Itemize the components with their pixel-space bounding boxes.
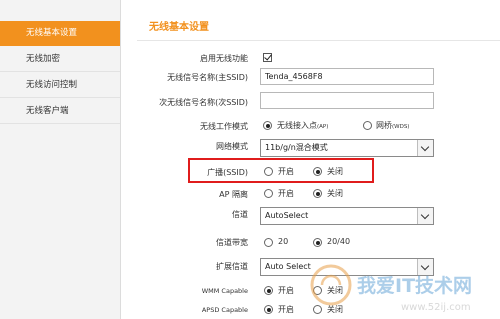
broadcast-label: 广播(SSID)	[207, 168, 248, 177]
ap-isolation-on-radio[interactable]	[264, 189, 273, 198]
work-mode-ap-text: 无线接入点(AP)	[277, 121, 329, 130]
work-mode-label: 无线工作模式	[200, 122, 248, 131]
sidebar-item-wireless-basic[interactable]: 无线基本设置	[0, 21, 120, 46]
enable-wireless-label: 启用无线功能	[200, 54, 248, 63]
ext-channel-label: 扩展信道	[216, 262, 248, 271]
ap-isolation-on-text: 开启	[278, 189, 294, 198]
chevron-down-icon[interactable]	[417, 208, 433, 224]
bandwidth-label: 信道带宽	[216, 238, 248, 247]
broadcast-on-radio[interactable]	[264, 167, 273, 176]
sidebar-item-wireless-clients[interactable]: 无线客户端	[0, 99, 120, 124]
bandwidth-20-text: 20	[278, 237, 289, 246]
wmm-on-radio[interactable]	[264, 286, 273, 295]
network-mode-label: 网络模式	[216, 142, 248, 151]
chevron-down-icon[interactable]	[417, 140, 433, 156]
channel-label: 信道	[232, 210, 248, 219]
wmm-label: WMM Capable	[201, 287, 248, 295]
apsd-label: APSD Capable	[201, 306, 248, 314]
svg-text:www.52ij.com: www.52ij.com	[401, 302, 471, 313]
bandwidth-2040-radio[interactable]	[313, 238, 322, 247]
ssid-primary-input[interactable]: Tenda_4568F8	[260, 68, 434, 85]
channel-value: AutoSelect	[265, 211, 309, 220]
wmm-off-text: 关闭	[327, 286, 343, 295]
bandwidth-2040-text: 20/40	[327, 237, 351, 246]
network-mode-value: 11b/g/n混合模式	[265, 143, 328, 152]
ap-isolation-label: AP 隔离	[219, 190, 248, 199]
ext-channel-value: Auto Select	[265, 262, 311, 271]
apsd-on-text: 开启	[278, 305, 294, 314]
broadcast-off-text: 关闭	[327, 167, 343, 176]
apsd-off-radio[interactable]	[313, 305, 322, 314]
checkmark-icon	[264, 52, 272, 61]
ssid-primary-label: 无线信号名称(主SSID)	[167, 73, 248, 82]
bandwidth-20-radio[interactable]	[264, 238, 273, 247]
broadcast-off-radio[interactable]	[313, 167, 322, 176]
sidebar-item-access-control[interactable]: 无线访问控制	[0, 73, 120, 98]
chevron-down-icon[interactable]	[417, 259, 433, 275]
sidebar-item-wireless-security[interactable]: 无线加密	[0, 47, 120, 72]
wmm-off-radio[interactable]	[313, 286, 322, 295]
wmm-on-text: 开启	[278, 286, 294, 295]
broadcast-on-text: 开启	[278, 167, 294, 176]
work-mode-ap-radio[interactable]	[263, 121, 272, 130]
section-title: 无线基本设置	[149, 22, 209, 33]
work-mode-wds-text: 网桥(WDS)	[376, 121, 410, 130]
apsd-off-text: 关闭	[327, 305, 343, 314]
ext-channel-select[interactable]: Auto Select	[260, 258, 434, 276]
sidebar-nav: 无线基本设置 无线加密 无线访问控制 无线客户端	[0, 0, 121, 319]
enable-wireless-checkbox[interactable]	[263, 52, 272, 62]
network-mode-select[interactable]: 11b/g/n混合模式	[260, 139, 434, 157]
ssid-secondary-input[interactable]	[260, 92, 434, 109]
work-mode-wds-radio[interactable]	[363, 121, 372, 130]
apsd-on-radio[interactable]	[264, 305, 273, 314]
svg-text:我爱IT技术网: 我爱IT技术网	[357, 274, 472, 297]
channel-select[interactable]: AutoSelect	[260, 207, 434, 225]
section-divider	[137, 40, 500, 41]
ap-isolation-off-text: 关闭	[327, 189, 343, 198]
ssid-secondary-label: 次无线信号名称(次SSID)	[159, 98, 248, 107]
ap-isolation-off-radio[interactable]	[313, 189, 322, 198]
